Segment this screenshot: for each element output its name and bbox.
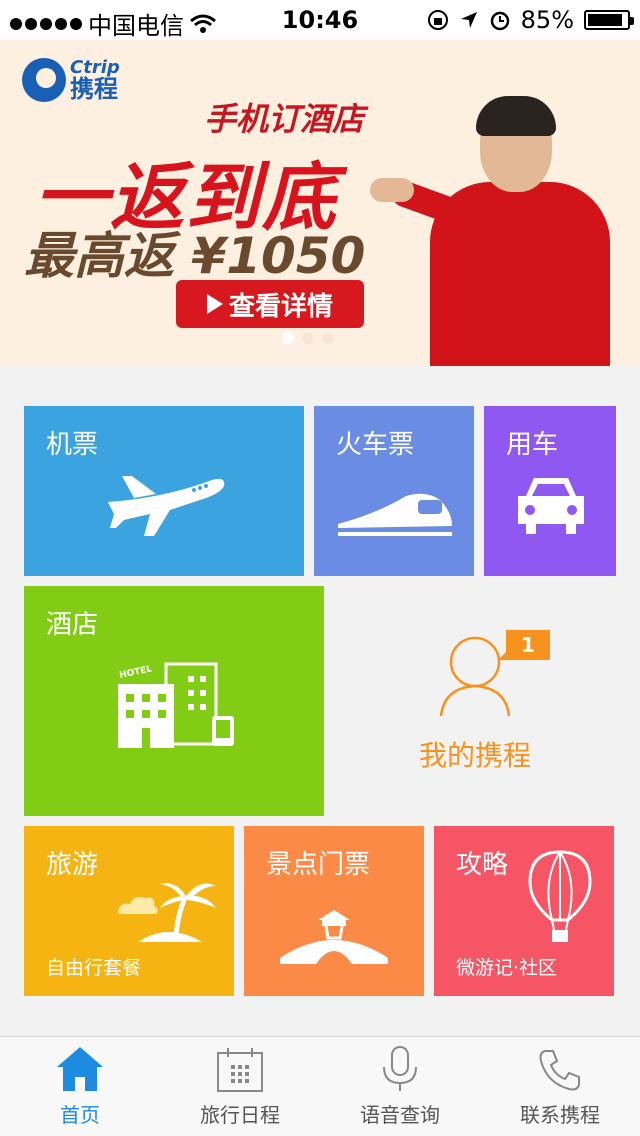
pager-dot[interactable] — [282, 332, 294, 344]
promo-banner[interactable]: Ctrip 携程 手机订酒店 一返到底 最高返 ¥1050 查看详情 — [0, 40, 640, 366]
tab-itinerary[interactable]: 旅行日程 — [160, 1037, 320, 1136]
tab-voice-search[interactable]: 语音查询 — [320, 1037, 480, 1136]
tile-travel-subtitle: 自由行套餐 — [46, 957, 142, 979]
bottom-tab-bar: 首页 旅行日程 语音查询 联系携程 — [0, 1036, 640, 1136]
my-ctrip-label: 我的携程 — [418, 739, 531, 772]
calendar-icon — [217, 1048, 263, 1092]
tab-contact-label: 联系携程 — [520, 1103, 600, 1127]
tab-voice-search-label: 语音查询 — [360, 1103, 440, 1127]
hotel-building-icon: HOTEL — [118, 662, 234, 748]
phone-icon — [539, 1050, 580, 1091]
tile-flight-label: 机票 — [46, 430, 99, 460]
play-icon — [206, 294, 223, 314]
tile-travel[interactable]: 旅游 自由行套餐 — [24, 826, 234, 996]
tile-travel-guide[interactable]: 攻略 微游记·社区 — [434, 826, 614, 996]
high-speed-train-icon — [338, 493, 452, 536]
spokesperson-image — [370, 96, 610, 366]
alarm-icon — [490, 11, 509, 31]
status-right: 85% — [427, 6, 634, 34]
battery-icon — [584, 10, 634, 30]
banner-pager[interactable] — [282, 332, 334, 344]
tab-home-label: 首页 — [60, 1103, 100, 1127]
battery-percentage: 85% — [520, 6, 574, 34]
arch-bridge-pavilion-icon — [280, 910, 388, 964]
notification-badge: 1 — [498, 630, 550, 660]
view-details-label: 查看详情 — [228, 291, 333, 322]
home-icon — [57, 1047, 103, 1091]
tile-flight[interactable]: 机票 — [24, 406, 304, 576]
hot-air-balloon-icon — [528, 850, 592, 942]
tile-hotel-label: 酒店 — [46, 610, 99, 640]
tile-guide-subtitle: 微游记·社区 — [456, 957, 558, 979]
tile-hotel[interactable]: 酒店 HOTEL — [24, 586, 324, 816]
dolphin-logo-icon — [22, 58, 66, 102]
ctrip-logo: Ctrip 携程 — [22, 58, 120, 102]
tab-home[interactable]: 首页 — [0, 1037, 160, 1136]
pager-dot[interactable] — [302, 332, 314, 344]
tile-train[interactable]: 火车票 — [314, 406, 474, 576]
tile-guide-label: 攻略 — [456, 850, 509, 880]
tile-ticket-label: 景点门票 — [266, 850, 371, 880]
tab-contact[interactable]: 联系携程 — [480, 1037, 640, 1136]
banner-rebate: 最高返 ¥1050 — [24, 227, 366, 285]
user-profile-icon — [439, 636, 511, 717]
airplane-icon — [108, 476, 225, 536]
tile-train-label: 火车票 — [336, 430, 415, 460]
car-icon — [518, 478, 584, 534]
banner-headline: 手机订酒店 — [204, 100, 365, 138]
my-ctrip-entry[interactable]: 1 我的携程 — [334, 586, 616, 816]
tile-attraction-tickets[interactable]: 景点门票 — [244, 826, 424, 996]
tile-car-label: 用车 — [506, 430, 559, 460]
tile-travel-label: 旅游 — [46, 850, 99, 880]
tile-car[interactable]: 用车 — [484, 406, 616, 576]
tab-itinerary-label: 旅行日程 — [200, 1103, 280, 1127]
island-palm-icon — [118, 883, 216, 942]
pager-dot[interactable] — [322, 332, 334, 344]
view-details-button[interactable]: 查看详情 — [176, 280, 364, 328]
microphone-icon — [383, 1046, 417, 1091]
logo-text-cn: 携程 — [70, 75, 118, 103]
status-bar: 中国电信 10:46 85% — [0, 0, 640, 40]
location-arrow-icon — [460, 12, 477, 28]
hotel-sign-text: HOTEL — [119, 664, 154, 681]
rotation-lock-icon — [427, 10, 448, 30]
